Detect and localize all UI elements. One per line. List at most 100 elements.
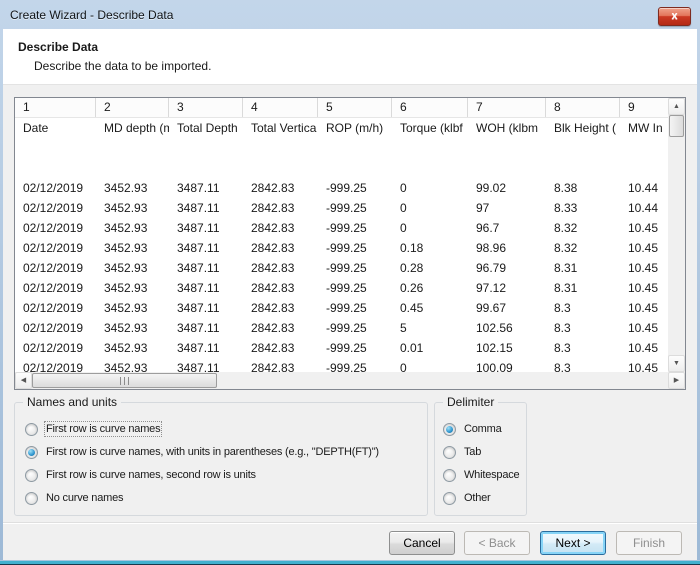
data-row[interactable]: 02/12/2019 3452.93 3487.11 2842.83 -999.25 0.… [15,338,668,358]
grid-cell: -999.25 [326,201,367,215]
grid-cell: 0.26 [400,281,424,295]
scroll-up-icon[interactable]: ▲ [668,98,685,115]
empty-row[interactable] [15,158,668,178]
grid-cell: -999.25 [326,241,367,255]
data-row[interactable]: 02/12/2019 3452.93 3487.11 2842.83 -999.25 0.… [15,238,668,258]
grid-cell: 2842.83 [251,321,295,335]
column-number-header[interactable]: 8 [546,98,620,117]
radio-no-curve-names[interactable]: No curve names [25,488,421,508]
grid-cell: ROP (m/h) [326,121,384,135]
grid-cell: Blk Height ( [554,121,617,135]
radio-tab[interactable]: Tab [443,442,522,462]
scroll-grip-icon [120,376,129,385]
radio-first-row-names[interactable]: First row is curve names [25,419,421,439]
data-row[interactable]: 02/12/2019 3452.93 3487.11 2842.83 -999.25 0.… [15,278,668,298]
radio-icon[interactable] [443,445,456,459]
radio-icon[interactable] [443,491,456,505]
radio-icon[interactable] [25,422,38,436]
grid-cell: 3487.11 [177,241,220,255]
grid-cell: 10.45 [628,281,659,295]
column-number-header[interactable]: 5 [318,98,392,117]
radio-comma[interactable]: Comma [443,419,522,439]
radio-selected-icon[interactable] [25,445,38,459]
vertical-scrollbar[interactable]: ▲ ▼ [668,98,685,372]
data-row[interactable]: 02/12/2019 3452.93 3487.11 2842.83 -999.25 0.… [15,298,668,318]
grid-cell: 3452.93 [104,201,148,215]
radio-icon[interactable] [25,468,38,482]
names-and-units-title: Names and units [23,395,122,409]
window-bottom-edge [0,560,700,565]
grid-cell: Total Vertica [251,121,317,135]
column-number-header[interactable]: 4 [243,98,318,117]
grid-cell [318,138,392,158]
data-row[interactable]: 02/12/2019 3452.93 3487.11 2842.83 -999.25 0 9… [15,178,668,198]
column-number-header[interactable]: 9 [620,98,668,117]
scroll-down-icon[interactable]: ▼ [668,355,685,372]
data-row[interactable]: 02/12/2019 3452.93 3487.11 2842.83 -999.25 0 1… [15,358,668,372]
radio-icon[interactable] [25,491,38,505]
grid-cell [169,138,243,158]
radio-icon[interactable] [443,468,456,482]
grid-cell: 10.45 [628,261,659,275]
column-number-header[interactable]: 2 [96,98,169,117]
grid-cell: 02/12/2019 [23,301,84,315]
vertical-scroll-thumb[interactable] [669,115,684,137]
radio-selected-icon[interactable] [443,422,456,436]
horizontal-scroll-track[interactable] [217,372,668,389]
data-row[interactable]: 02/12/2019 3452.93 3487.11 2842.83 -999.25 0 9… [15,218,668,238]
close-icon: x [671,10,678,22]
finish-button[interactable]: Finish [616,531,682,555]
radio-second-row-units[interactable]: First row is curve names, second row is … [25,465,421,485]
grid-cell [96,158,169,178]
grid-cell: -999.25 [326,301,367,315]
empty-row[interactable] [15,138,668,158]
radio-label: First row is curve names, second row is … [46,469,256,481]
title-bar[interactable]: Create Wizard - Describe Data x [0,0,700,29]
radio-other[interactable]: Other [443,488,522,508]
wizard-header: Describe Data Describe the data to be im… [3,29,697,85]
next-button[interactable]: Next > [540,531,606,555]
scroll-left-icon[interactable]: ◀ [15,372,32,389]
column-number-header[interactable]: 3 [169,98,243,117]
grid-cell: 8.3 [554,361,571,372]
grid-cell: 10.44 [628,181,659,195]
close-button[interactable]: x [658,7,691,26]
column-names-row[interactable]: Date MD depth (m Total Depth Total Vertica R… [15,118,668,138]
horizontal-scrollbar[interactable]: ◀ ▶ [15,372,685,389]
grid-cell: 3487.11 [177,181,220,195]
grid-cell [546,158,620,178]
data-row[interactable]: 02/12/2019 3452.93 3487.11 2842.83 -999.25 5 1… [15,318,668,338]
column-number-header[interactable]: 1 [15,98,96,117]
grid-cell: 3452.93 [104,281,148,295]
page-subtitle: Describe the data to be imported. [34,59,212,73]
radio-whitespace[interactable]: Whitespace [443,465,522,485]
data-row[interactable]: 02/12/2019 3452.93 3487.11 2842.83 -999.25 0 9… [15,198,668,218]
grid-cell: 8.32 [554,221,578,235]
data-row[interactable]: 02/12/2019 3452.93 3487.11 2842.83 -999.25 0.… [15,258,668,278]
vertical-scroll-track[interactable] [668,137,685,355]
grid-cell: -999.25 [326,181,367,195]
scroll-right-icon[interactable]: ▶ [668,372,685,389]
delimiter-title: Delimiter [443,395,499,409]
grid-cell: -999.25 [326,281,367,295]
grid-cell: 8.38 [554,181,578,195]
grid-cell: 100.09 [476,361,513,372]
grid-cell: 8.33 [554,201,578,215]
grid-cell: 2842.83 [251,261,295,275]
grid-cell: 0 [400,361,407,372]
grid-cell: 8.31 [554,281,578,295]
grid-cell: 2842.83 [251,241,295,255]
grid-cell: 99.67 [476,301,507,315]
grid-cell: WOH (klbm [476,121,538,135]
grid-cell: 2842.83 [251,361,295,372]
cancel-button[interactable]: Cancel [389,531,455,555]
grid-cell: 99.02 [476,181,507,195]
radio-names-with-units-parentheses[interactable]: First row is curve names, with units in … [25,442,421,462]
grid-cell: 0.18 [400,241,424,255]
grid-cell: 8.3 [554,341,571,355]
column-number-header[interactable]: 6 [392,98,468,117]
grid-cell: 97.12 [476,281,507,295]
horizontal-scroll-thumb[interactable] [32,373,217,388]
back-button[interactable]: < Back [464,531,530,555]
column-number-header[interactable]: 7 [468,98,546,117]
